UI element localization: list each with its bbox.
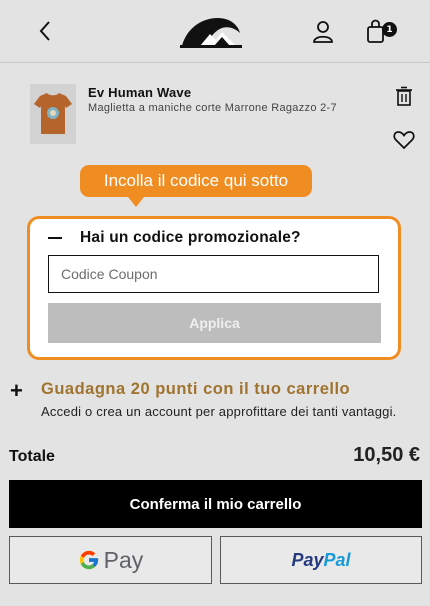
trash-icon	[396, 86, 412, 106]
total-label: Totale	[9, 448, 55, 465]
coupon-input[interactable]	[48, 255, 379, 293]
product-name[interactable]: Ev Human Wave	[88, 85, 191, 100]
wishlist-button[interactable]	[393, 130, 415, 150]
minus-icon[interactable]	[48, 237, 62, 239]
paypal-button[interactable]: Pay Pal	[220, 536, 422, 584]
cart-button[interactable]: 1	[366, 18, 400, 46]
points-title: Guadagna 20 punti con il tuo carrello	[41, 380, 351, 398]
paypal-logo-part1: Pay	[291, 549, 324, 570]
tooltip-arrow	[128, 197, 144, 207]
paste-code-tooltip: Incolla il codice qui sotto	[80, 165, 312, 197]
account-button[interactable]	[310, 19, 336, 45]
google-g-icon	[79, 550, 98, 570]
confirm-cart-button[interactable]: Conferma il mio carrello	[9, 480, 422, 528]
paypal-logo-part2: Pal	[323, 549, 351, 570]
product-thumbnail[interactable]	[30, 84, 76, 144]
cart-count-badge: 1	[382, 22, 397, 37]
header-divider	[0, 62, 430, 63]
google-pay-button[interactable]: Pay	[9, 536, 212, 584]
plus-icon[interactable]: +	[10, 380, 23, 402]
google-pay-label: Pay	[103, 546, 144, 573]
points-description[interactable]: Accedi o crea un account per approfittar…	[41, 402, 411, 421]
apply-coupon-button[interactable]: Applica	[48, 303, 381, 343]
user-icon	[313, 21, 333, 43]
remove-item-button[interactable]	[394, 86, 414, 106]
heart-icon	[393, 131, 415, 150]
promo-code-title[interactable]: Hai un codice promozionale?	[80, 229, 301, 247]
product-description: Maglietta a maniche corte Marrone Ragazz…	[88, 102, 337, 114]
back-icon	[39, 21, 50, 41]
total-value: 10,50 €	[353, 444, 420, 466]
quiksilver-logo[interactable]	[180, 12, 242, 48]
back-button[interactable]	[34, 18, 58, 44]
